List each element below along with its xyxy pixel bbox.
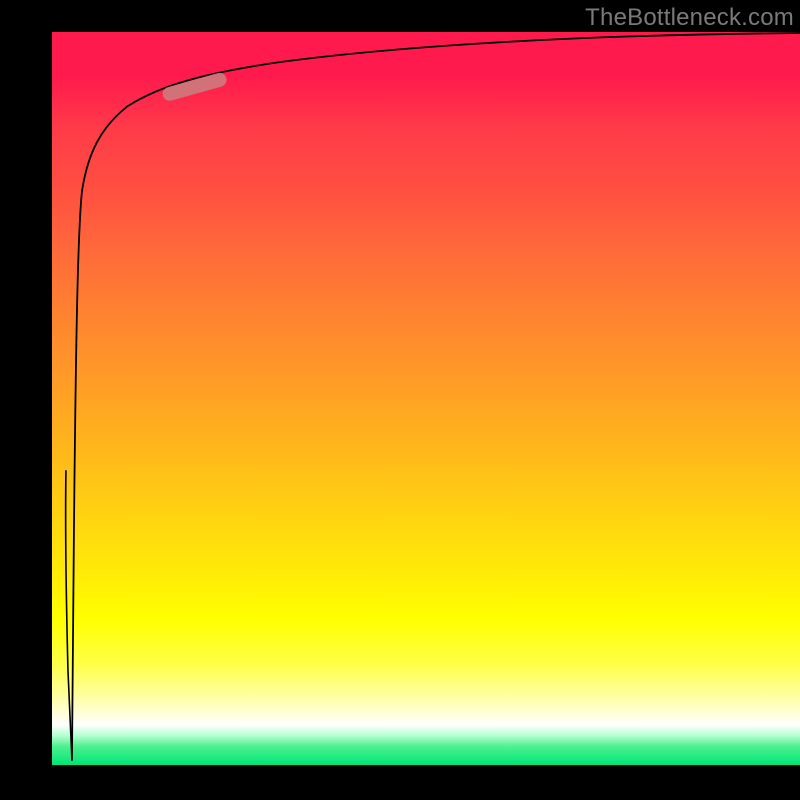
bottleneck-curve <box>72 33 800 760</box>
watermark-text: TheBottleneck.com <box>585 4 794 32</box>
curve-layer <box>52 32 800 765</box>
bottleneck-curve-drop <box>66 471 72 760</box>
plot-area <box>50 32 800 767</box>
highlight-marker <box>170 80 220 94</box>
chart-frame: TheBottleneck.com <box>0 0 800 800</box>
